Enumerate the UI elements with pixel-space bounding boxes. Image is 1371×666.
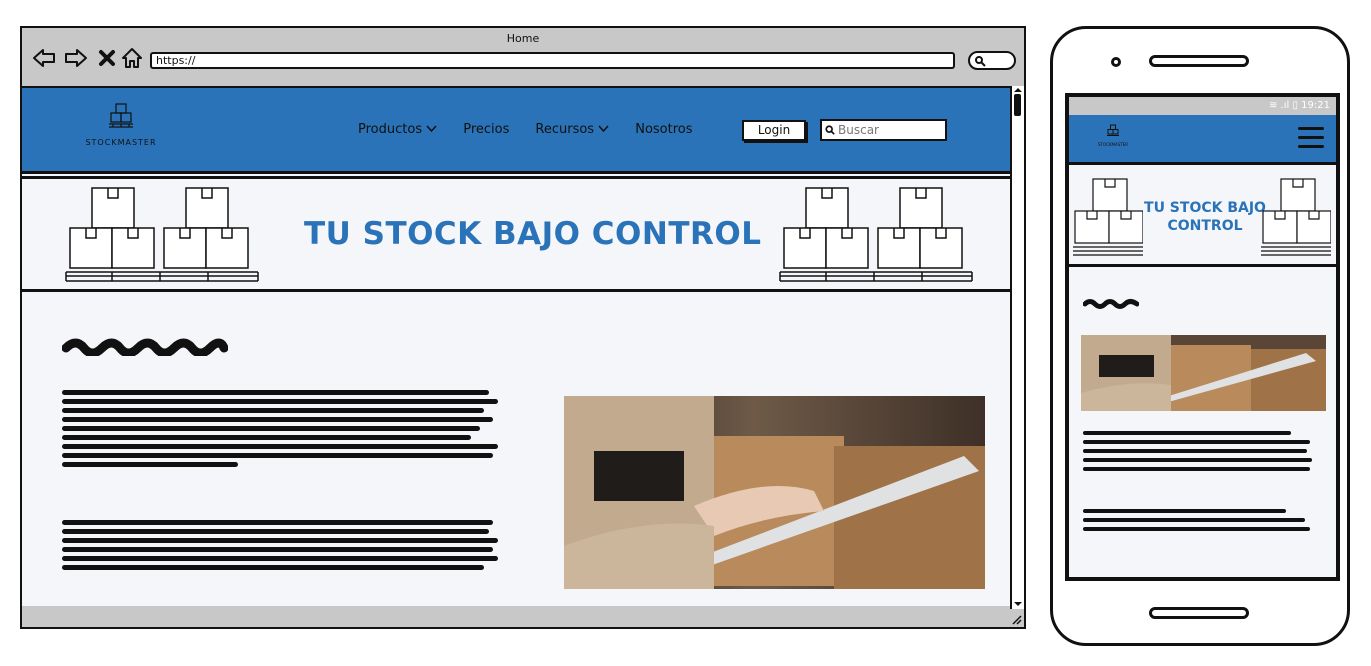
boxes-pallet-illustration bbox=[1261, 178, 1331, 256]
boxes-pallet-illustration bbox=[1073, 178, 1143, 256]
vertical-scrollbar[interactable] bbox=[1010, 86, 1024, 609]
wifi-icon: ≋ bbox=[1268, 100, 1278, 111]
logo-text: STOCKMASTER bbox=[85, 138, 157, 147]
hamburger-menu-icon[interactable] bbox=[1298, 127, 1324, 149]
mobile-hero: TU STOCK BAJO CONTROL bbox=[1069, 169, 1336, 267]
menu-item-label: Precios bbox=[463, 122, 510, 137]
window-title: Home bbox=[506, 32, 540, 45]
menu-item-nosotros[interactable]: Nosotros bbox=[635, 122, 692, 137]
warehouse-photo bbox=[1081, 335, 1326, 411]
menu-item-label: Recursos bbox=[535, 122, 595, 137]
browser-window: Home https:// STOCKMASTER Productos Prec… bbox=[20, 26, 1026, 629]
search-placeholder: Buscar bbox=[838, 123, 879, 137]
scroll-thumb[interactable] bbox=[1014, 94, 1021, 116]
phone-frame: ≋ .ıl ▯ 19:21 STOCKMASTER TU STOCK BAJO … bbox=[1050, 26, 1350, 646]
content-section bbox=[22, 296, 1012, 606]
divider bbox=[22, 176, 1012, 179]
boxes-logo-icon bbox=[109, 103, 133, 128]
boxes-pallet-illustration bbox=[779, 187, 973, 282]
search-input[interactable]: Buscar bbox=[820, 119, 947, 141]
text-placeholder-block bbox=[62, 390, 502, 471]
menu-item-precios[interactable]: Precios bbox=[463, 122, 509, 137]
heading-placeholder-scribble bbox=[62, 338, 228, 356]
hero-title: TU STOCK BAJO CONTROL bbox=[304, 216, 762, 252]
phone-screen: ≋ .ıl ▯ 19:21 STOCKMASTER TU STOCK BAJO … bbox=[1065, 93, 1340, 581]
text-placeholder-block bbox=[1083, 509, 1319, 536]
resize-grip-icon[interactable] bbox=[1010, 613, 1022, 625]
text-placeholder-block bbox=[62, 520, 502, 574]
mobile-header: STOCKMASTER bbox=[1069, 115, 1336, 165]
camera-icon bbox=[1111, 57, 1121, 67]
home-icon[interactable] bbox=[120, 46, 144, 70]
boxes-pallet-illustration bbox=[65, 187, 259, 282]
site-header: STOCKMASTER Productos Precios Recursos N… bbox=[22, 88, 1012, 174]
menu-item-recursos[interactable]: Recursos bbox=[535, 122, 609, 137]
heading-placeholder-scribble bbox=[1083, 299, 1139, 309]
menu-item-label: Productos bbox=[358, 122, 423, 137]
search-icon bbox=[825, 125, 835, 135]
scroll-up-icon[interactable] bbox=[1013, 87, 1023, 93]
browser-search-button[interactable] bbox=[968, 51, 1016, 70]
hero-banner: TU STOCK BAJO CONTROL bbox=[22, 176, 1012, 292]
text-placeholder-block bbox=[1083, 431, 1319, 476]
menu-item-productos[interactable]: Productos bbox=[358, 122, 437, 137]
menu-item-label: Nosotros bbox=[635, 122, 693, 137]
home-button[interactable] bbox=[1149, 607, 1249, 619]
url-bar[interactable]: https:// bbox=[150, 52, 955, 69]
status-time: 19:21 bbox=[1301, 100, 1330, 111]
warehouse-photo bbox=[564, 396, 985, 589]
status-bar: ≋ .ıl ▯ 19:21 bbox=[1069, 97, 1336, 115]
forward-icon[interactable] bbox=[64, 46, 88, 70]
chevron-down-icon bbox=[426, 125, 437, 133]
chevron-down-icon bbox=[598, 125, 609, 133]
mobile-logo[interactable]: STOCKMASTER bbox=[1093, 123, 1133, 147]
page-viewport: STOCKMASTER Productos Precios Recursos N… bbox=[22, 86, 1012, 606]
close-icon[interactable] bbox=[95, 46, 119, 70]
search-icon bbox=[975, 56, 986, 67]
speaker-icon bbox=[1149, 55, 1249, 67]
mobile-hero-title: TU STOCK BAJO CONTROL bbox=[1144, 200, 1266, 234]
boxes-logo-icon bbox=[1107, 124, 1119, 136]
scroll-down-icon[interactable] bbox=[1013, 601, 1023, 607]
login-button[interactable]: Login bbox=[742, 120, 806, 141]
back-icon[interactable] bbox=[32, 46, 56, 70]
signal-icon: .ıl bbox=[1280, 100, 1290, 111]
battery-icon: ▯ bbox=[1292, 100, 1298, 111]
mobile-logo-text: STOCKMASTER bbox=[1097, 142, 1129, 147]
logo[interactable]: STOCKMASTER bbox=[84, 102, 158, 147]
main-menu: Productos Precios Recursos Nosotros bbox=[358, 122, 693, 137]
